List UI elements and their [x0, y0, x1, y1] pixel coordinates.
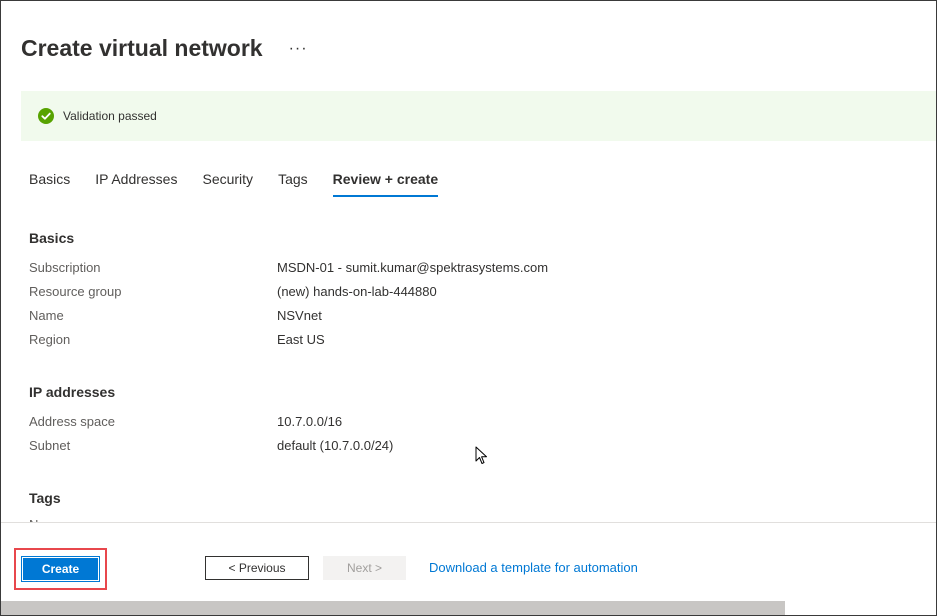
validation-banner: Validation passed	[21, 91, 936, 141]
section-title-basics: Basics	[29, 230, 75, 246]
tab-security[interactable]: Security	[202, 171, 253, 197]
field-label-region: Region	[29, 332, 71, 347]
field-label-resource-group: Resource group	[29, 284, 122, 299]
field-value-resource-group: (new) hands-on-lab-444880	[277, 284, 437, 299]
page-title: Create virtual network	[21, 35, 263, 61]
field-value-subnet: default (10.7.0.0/24)	[277, 438, 394, 453]
create-vnet-blade: Create virtual network ··· Validation pa…	[0, 0, 937, 616]
field-label-subscription: Subscription	[29, 260, 101, 275]
tab-tags[interactable]: Tags	[278, 171, 308, 197]
field-value-region: East US	[277, 332, 325, 347]
mouse-cursor-icon	[475, 446, 487, 464]
more-options-icon[interactable]: ···	[289, 40, 308, 58]
section-title-ip-addresses: IP addresses	[29, 384, 116, 400]
field-value-name: NSVnet	[277, 308, 322, 323]
previous-button[interactable]: < Previous	[205, 556, 309, 580]
tab-ip-addresses[interactable]: IP Addresses	[95, 171, 177, 197]
field-value-address-space: 10.7.0.0/16	[277, 414, 343, 429]
horizontal-scrollbar-thumb[interactable]	[1, 601, 785, 615]
field-label-name: Name	[29, 308, 64, 323]
tab-bar: Basics IP Addresses Security Tags Review…	[29, 171, 463, 197]
tab-review-create[interactable]: Review + create	[332, 171, 439, 197]
field-value-subscription: MSDN-01 - sumit.kumar@spektrasystems.com	[277, 260, 549, 275]
title-row: Create virtual network ···	[21, 35, 308, 62]
check-circle-icon	[38, 108, 54, 124]
field-label-address-space: Address space	[29, 414, 115, 429]
next-button: Next >	[323, 556, 406, 580]
validation-message: Validation passed	[63, 109, 157, 123]
download-template-link[interactable]: Download a template for automation	[429, 560, 638, 575]
field-label-subnet: Subnet	[29, 438, 71, 453]
create-button[interactable]: Create	[21, 556, 100, 582]
create-button-highlight: Create	[14, 548, 107, 590]
tab-basics[interactable]: Basics	[29, 171, 70, 197]
section-title-tags: Tags	[29, 490, 61, 506]
